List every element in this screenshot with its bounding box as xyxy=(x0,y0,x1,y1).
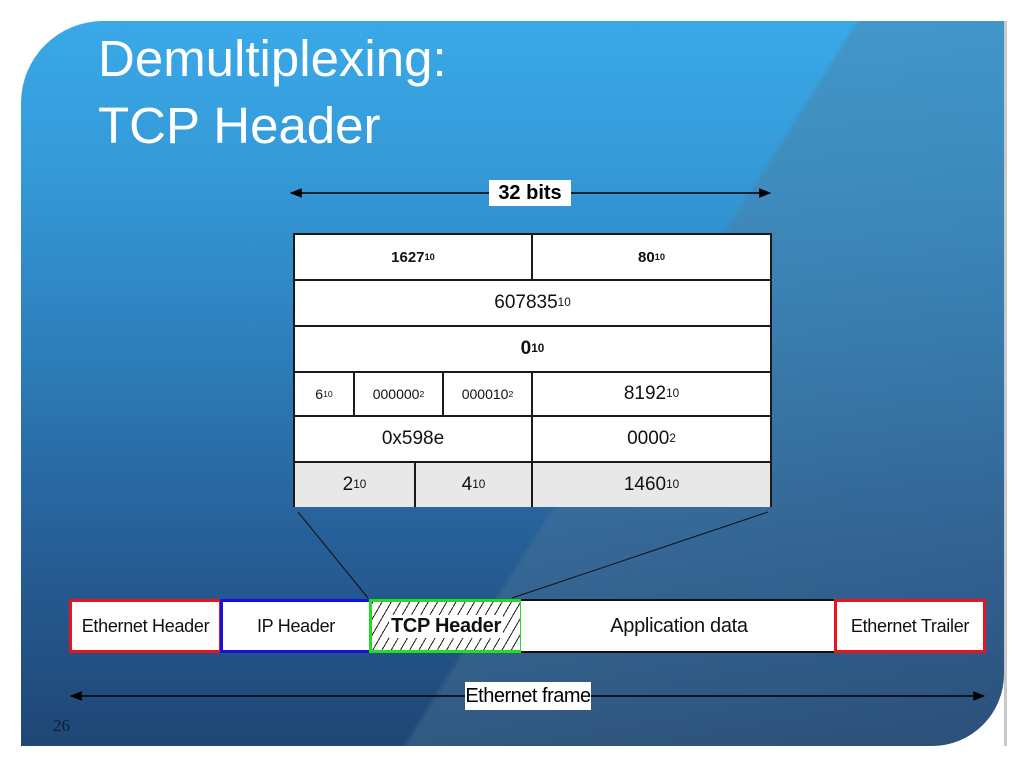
ethernet-frame-label: Ethernet frame xyxy=(465,682,591,710)
option-length-cell: 4 10 xyxy=(416,463,533,507)
checksum-cell: 0x598e xyxy=(295,417,533,461)
table-row-options: 2 10 4 10 1460 10 xyxy=(295,463,770,507)
tcp-header-table: 1627 10 80 10 607835 10 0 10 6 10 000000 2 000… xyxy=(293,233,772,507)
destination-port-cell: 80 10 xyxy=(637,248,666,266)
sequence-number-cell: 607835 10 xyxy=(494,292,571,313)
32-bits-label: 32 bits xyxy=(489,180,571,206)
ethernet-header-segment: Ethernet Header xyxy=(69,599,222,653)
table-row-sequence: 607835 10 xyxy=(295,281,770,327)
flags-cell: 000010 2 xyxy=(444,373,533,415)
ack-number-cell: 0 10 xyxy=(520,338,545,359)
table-row-ack: 0 10 xyxy=(295,327,770,373)
ip-header-segment: IP Header xyxy=(220,599,372,653)
application-data-segment: Application data xyxy=(521,599,837,653)
tcp-header-segment: TCP Header xyxy=(369,599,523,653)
slide-title-line-2: TCP Header xyxy=(98,97,381,154)
ethernet-trailer-segment: Ethernet Trailer xyxy=(834,599,986,653)
option-kind-cell: 2 10 xyxy=(295,463,416,507)
source-port-cell: 1627 10 xyxy=(295,235,533,279)
page-number: 26 xyxy=(53,716,70,735)
table-row-ports: 1627 10 80 10 xyxy=(295,235,770,281)
urgent-pointer-cell: 0000 2 xyxy=(627,428,676,449)
data-offset-cell: 6 10 xyxy=(295,373,355,415)
clipped-title-line-fragment xyxy=(224,12,226,21)
reserved-bits-cell: 000000 2 xyxy=(355,373,444,415)
table-row-flags-window: 6 10 000000 2 000010 2 8192 10 xyxy=(295,373,770,417)
slide-edge-strip xyxy=(1004,21,1007,746)
slide-title-line-1: Demultiplexing: xyxy=(98,30,447,87)
mss-value-cell: 1460 10 xyxy=(533,463,770,507)
table-row-checksum-urgent: 0x598e 0000 2 xyxy=(295,417,770,463)
window-size-cell: 8192 10 xyxy=(623,383,680,404)
